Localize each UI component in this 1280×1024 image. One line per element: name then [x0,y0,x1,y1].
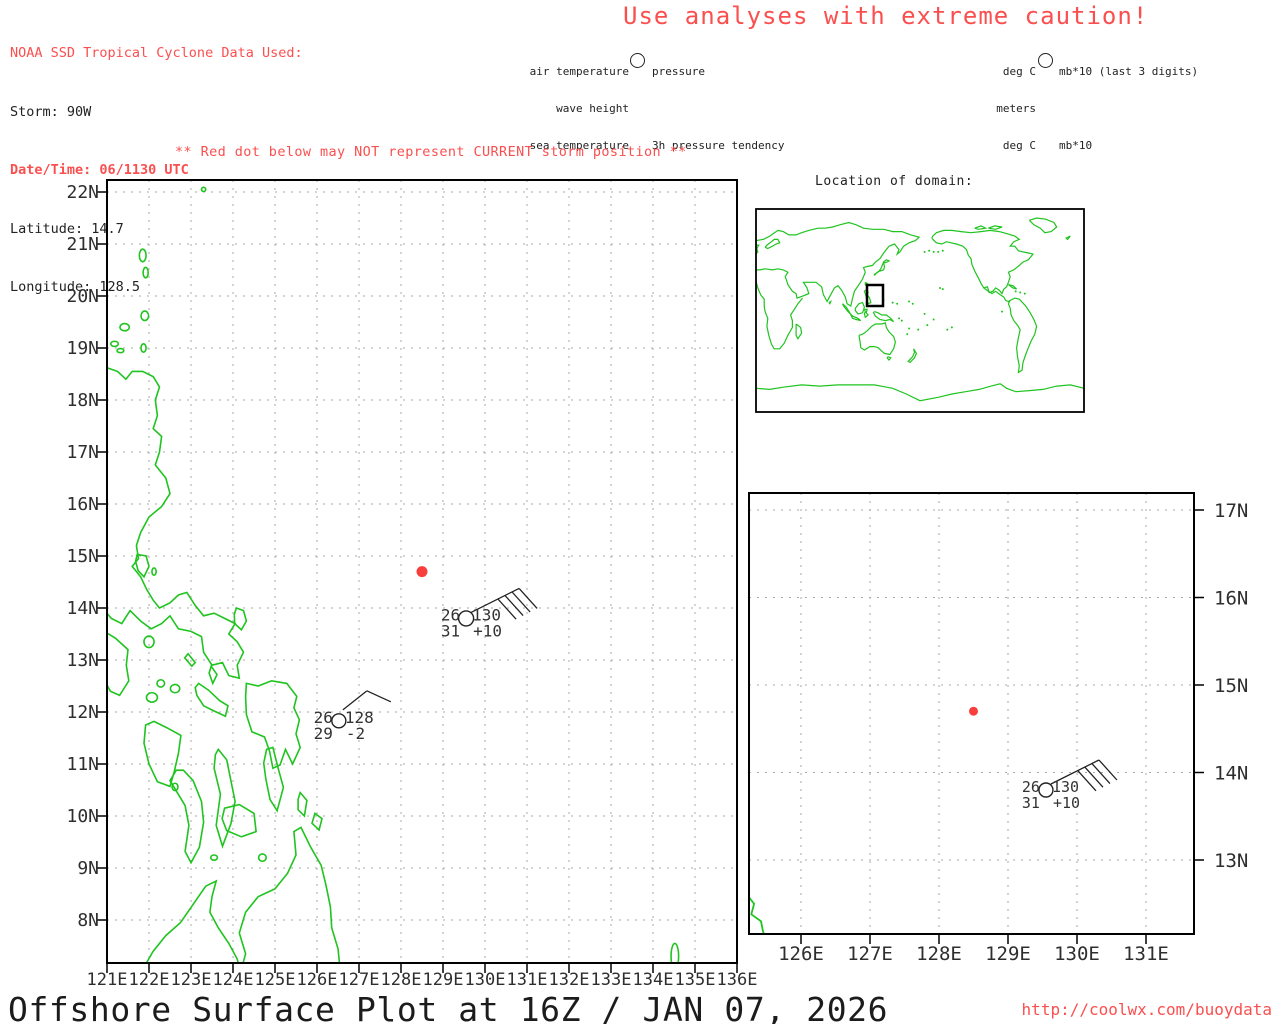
main-x-axis-label: 124E [213,970,254,990]
station-pressure-tendency: +10 [473,621,502,640]
inset-y-axis-label: 16N [1214,588,1248,610]
main-y-axis-label: 20N [66,286,99,307]
main-x-axis-label: 129E [423,970,464,990]
main-x-axis-label: 122E [129,970,170,990]
inset-y-axis-label: 13N [1214,850,1248,872]
main-y-axis-label: 19N [66,338,99,359]
inset-y-axis-label: 15N [1214,675,1248,697]
main-y-axis-label: 22N [66,182,99,203]
station-sea-temp: 31 [441,621,460,640]
main-y-axis-label: 14N [66,598,99,619]
station-pressure-tendency: +10 [1053,794,1080,812]
main-y-axis-label: 17N [66,442,99,463]
main-y-axis-label: 21N [66,234,99,255]
inset-x-axis-label: 126E [778,943,824,965]
main-x-axis-label: 130E [465,970,506,990]
main-x-axis-label: 125E [255,970,296,990]
main-y-axis-label: 18N [66,390,99,411]
main-x-axis-label: 126E [297,970,338,990]
main-y-axis-label: 8N [77,910,99,931]
storm-position-dot-inset [969,707,978,716]
philippines-coastline [107,187,679,972]
main-x-axis-label: 136E [717,970,758,990]
station-sea-temp: 29 [314,724,333,743]
main-y-axis-label: 9N [77,858,99,879]
tick-marks [97,192,1204,973]
grid-lines [107,180,1194,963]
inset-y-axis-label: 17N [1214,500,1248,522]
main-y-axis-label: 16N [66,494,99,515]
main-x-axis-label: 121E [87,970,128,990]
map-graphics: 22N 21N 20N 19N 18N 17N 16N 15N 14N 13N 12N 11N 10N 9… [0,0,1280,1024]
world-coastline [756,218,1084,401]
inset-x-axis-label: 129E [985,943,1031,965]
station-circle-icon [1039,783,1053,797]
station-pressure-tendency: -2 [346,724,365,743]
station-sea-temp: 31 [1022,794,1040,812]
station-circle-icon [332,714,346,728]
inset-x-axis-label: 128E [916,943,962,965]
inset-y-axis-label: 14N [1214,763,1248,785]
main-x-axis-label: 133E [591,970,632,990]
main-x-axis-label: 132E [549,970,590,990]
world-map-border [756,209,1084,412]
offshore-surface-plot-page: NOAA SSD Tropical Cyclone Data Used: Sto… [0,0,1280,1024]
main-x-axis-label: 131E [507,970,548,990]
inset-x-axis-label: 127E [847,943,893,965]
main-x-axis-label: 135E [675,970,716,990]
main-y-axis-label: 10N [66,806,99,827]
main-y-axis-label: 13N [66,650,99,671]
main-x-axis-label: 127E [339,970,380,990]
inset-x-axis-label: 130E [1054,943,1100,965]
storm-position-dot [417,566,428,577]
inset-x-axis-label: 131E [1123,943,1169,965]
main-y-axis-label: 15N [66,546,99,567]
main-y-axis-label: 12N [66,702,99,723]
main-y-axis-label: 11N [66,754,99,775]
main-x-axis-label: 134E [633,970,674,990]
main-x-axis-label: 128E [381,970,422,990]
main-x-axis-label: 123E [171,970,212,990]
